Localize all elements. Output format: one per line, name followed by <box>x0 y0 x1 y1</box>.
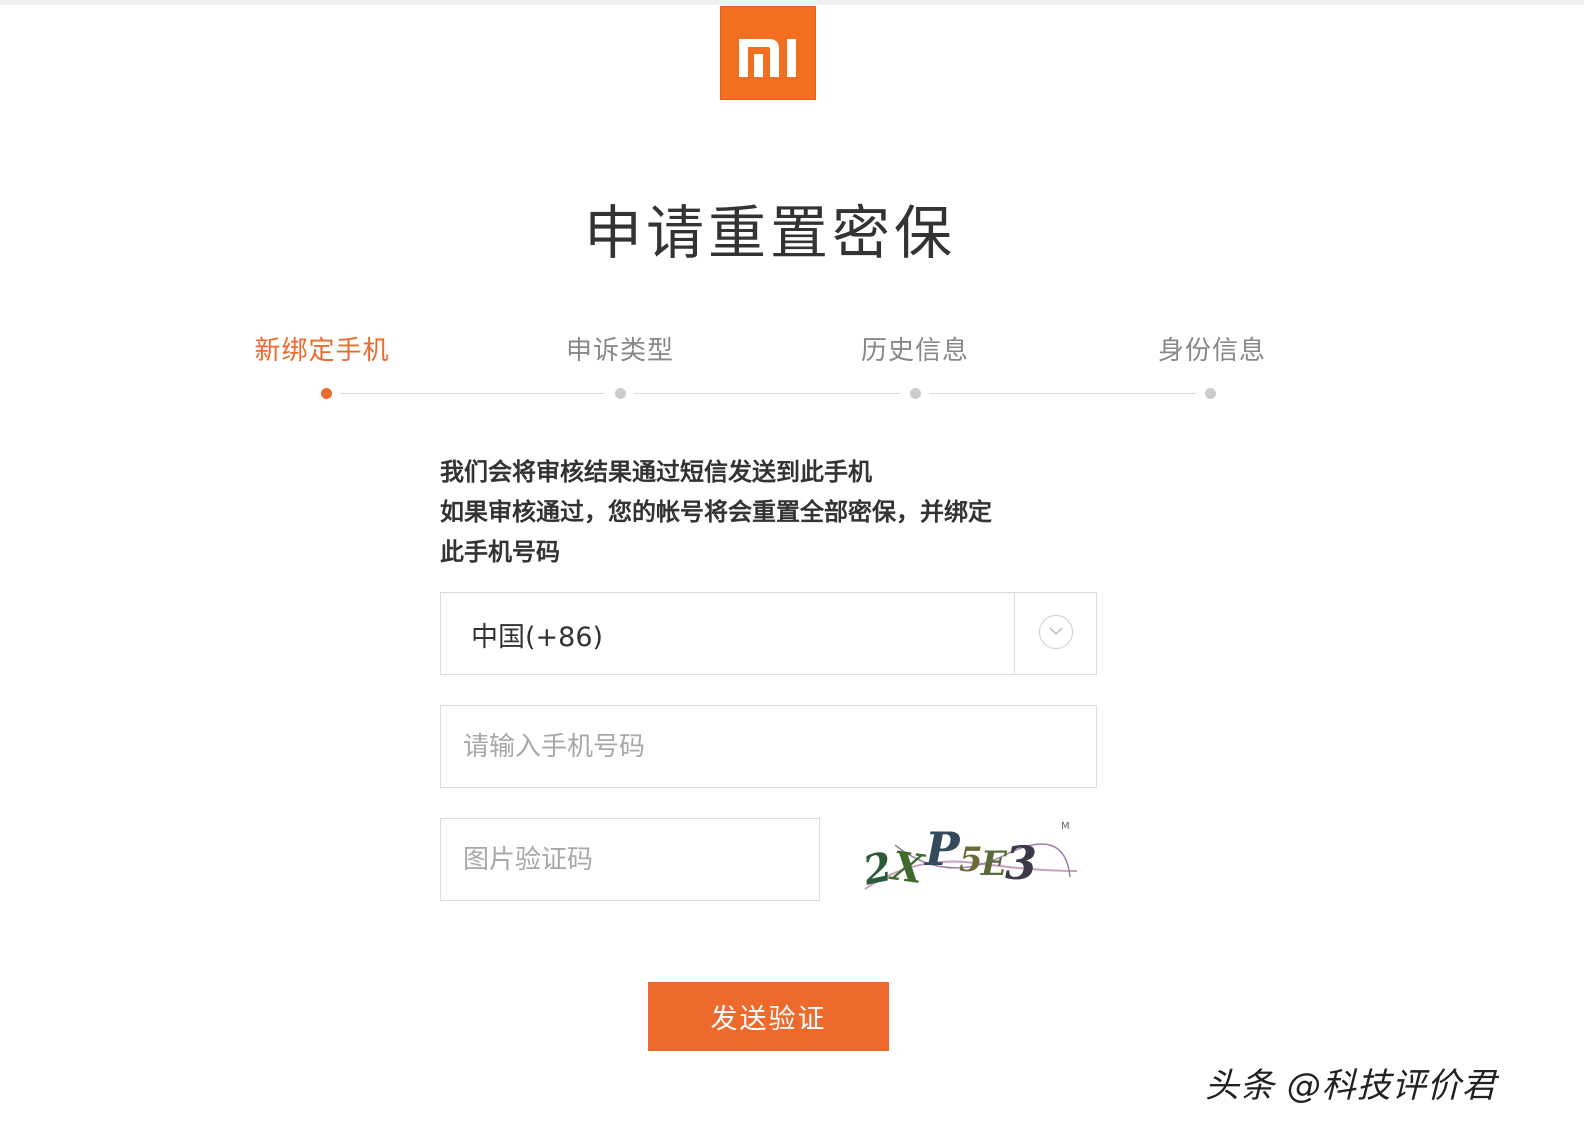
captcha-field <box>440 818 820 901</box>
notice-text: 我们会将审核结果通过短信发送到此手机 如果审核通过，您的帐号将会重置全部密保，并… <box>440 452 1100 572</box>
step-history-info: 历史信息 <box>860 336 969 366</box>
captcha-glyph: X <box>886 842 928 894</box>
step-new-phone: 新绑定手机 <box>254 336 390 366</box>
step-progress: 新绑定手机 申诉类型 历史信息 身份信息 <box>0 0 1584 420</box>
captcha-glyph: 5 <box>959 840 983 880</box>
captcha-glyph: 3 <box>1005 836 1037 890</box>
divider <box>1014 593 1015 674</box>
phone-input[interactable] <box>441 706 1096 787</box>
step-connector <box>929 393 1196 394</box>
captcha-glyph: E <box>980 844 1008 884</box>
captcha-noise: M <box>1061 821 1070 832</box>
captcha-glyph: P <box>923 822 961 876</box>
chevron-down-icon[interactable] <box>1039 615 1073 649</box>
step-connector <box>634 393 901 394</box>
step-appeal-type: 申诉类型 <box>565 336 674 366</box>
captcha-image[interactable]: 2 X P 5 E 3 M <box>855 815 1085 907</box>
notice-line: 我们会将审核结果通过短信发送到此手机 <box>440 458 872 486</box>
captcha-input[interactable] <box>441 819 819 900</box>
watermark: 头条 @科技评价君 <box>1205 1066 1497 1106</box>
step-connector <box>340 393 605 394</box>
step-dot <box>910 388 921 399</box>
notice-line: 如果审核通过，您的帐号将会重置全部密保，并绑定 <box>440 498 992 526</box>
step-dot-active <box>321 388 332 399</box>
step-dot <box>1205 388 1216 399</box>
country-value: 中国(+86) <box>471 622 604 653</box>
step-dot <box>615 388 626 399</box>
country-select[interactable]: 中国(+86) <box>440 592 1097 675</box>
step-identity-info: 身份信息 <box>1157 336 1266 366</box>
send-verification-button[interactable]: 发送验证 <box>648 982 889 1051</box>
notice-line: 此手机号码 <box>440 538 560 566</box>
phone-field <box>440 705 1097 788</box>
